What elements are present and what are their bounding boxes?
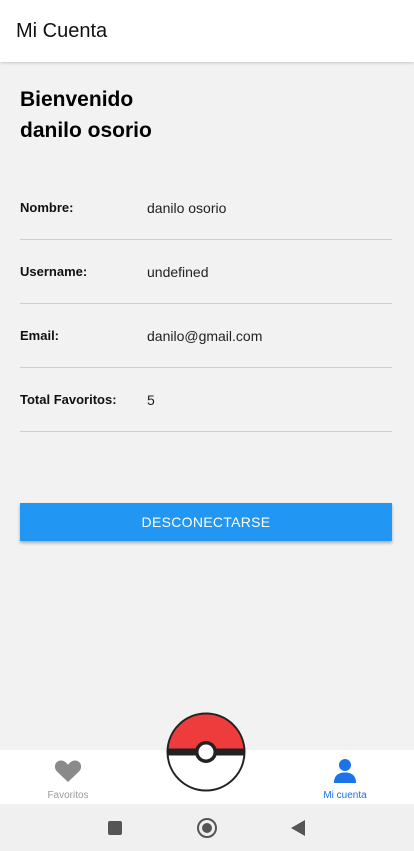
home-button[interactable] [195,816,219,840]
logout-button[interactable]: DESCONECTARSE [20,503,392,541]
page-title: Mi Cuenta [16,19,108,42]
username-label: Username: [20,264,88,279]
email-value: danilo@gmail.com [147,327,263,344]
welcome-line-1: Bienvenido [20,88,134,111]
profile-row-email: Email: danilo@gmail.com [20,304,392,368]
nav-item-mi-cuenta[interactable]: Mi cuenta [285,750,405,804]
back-button[interactable] [286,816,310,840]
favorites-count-label: Total Favoritos: [20,392,117,407]
nav-item-favoritos[interactable]: Favoritos [8,750,128,804]
username-value: undefined [147,263,209,280]
welcome-heading: Bienvenido danilo osorio [20,84,152,146]
profile-row-favorites: Total Favoritos: 5 [20,368,392,432]
app-bar: Mi Cuenta [0,0,414,62]
name-label: Nombre: [20,200,74,215]
profile-info-table: Nombre: danilo osorio Username: undefine… [20,176,392,432]
nav-label-favoritos: Favoritos [47,790,89,801]
favorites-count-value: 5 [147,391,155,408]
account-content: Bienvenido danilo osorio Nombre: danilo … [0,62,414,750]
profile-row-name: Nombre: danilo osorio [20,176,392,240]
name-value: danilo osorio [147,199,227,216]
system-navigation-bar [0,804,414,851]
profile-row-username: Username: undefined [20,240,392,304]
person-icon [333,758,357,784]
nav-label-mi-cuenta: Mi cuenta [323,790,367,801]
heart-icon [54,758,82,784]
welcome-user-name: danilo osorio [20,119,152,142]
email-label: Email: [20,328,60,343]
pokeball-icon[interactable] [166,712,246,792]
recents-button[interactable] [103,816,127,840]
